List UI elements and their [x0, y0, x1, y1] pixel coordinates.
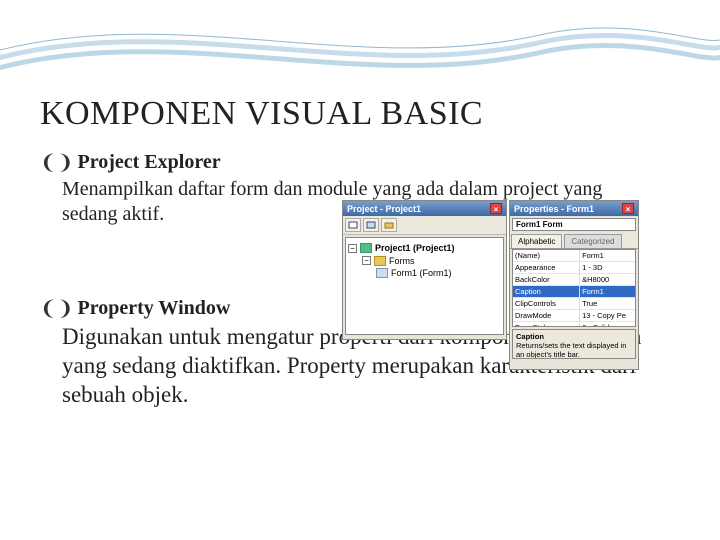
property-row[interactable]: DrawStyle0 - Solid [513, 322, 635, 327]
property-value[interactable]: 13 - Copy Pe [580, 310, 635, 321]
property-name: DrawMode [513, 310, 580, 321]
property-value[interactable]: True [580, 298, 635, 309]
property-row[interactable]: ClipControlsTrue [513, 298, 635, 310]
property-name: ClipControls [513, 298, 580, 309]
bullet-icon: ❨❩ [40, 151, 74, 175]
object-selector[interactable]: Form1 Form [512, 218, 636, 231]
project-explorer-panel: Project - Project1 × − Project1 (Project… [342, 200, 507, 340]
property-help: Caption Returns/sets the text displayed … [512, 329, 636, 359]
tab-categorized[interactable]: Categorized [564, 234, 621, 248]
tree-folder[interactable]: − Forms [348, 255, 501, 268]
help-text: Returns/sets the text displayed in an ob… [516, 341, 632, 359]
project-tree: − Project1 (Project1) − Forms Form1 (For… [345, 237, 504, 335]
property-value[interactable]: &H8000 [580, 274, 635, 285]
wave-decoration [0, 0, 720, 90]
titlebar-text: Properties - Form1 [514, 204, 594, 214]
property-value[interactable]: 0 - Solid [580, 322, 635, 327]
collapse-icon[interactable]: − [362, 256, 371, 265]
tree-form[interactable]: Form1 (Form1) [348, 267, 501, 280]
slide-title: KOMPONEN VISUAL BASIC [40, 95, 680, 133]
property-row[interactable]: BackColor&H8000 [513, 274, 635, 286]
close-icon[interactable]: × [490, 203, 502, 214]
property-tabs: Alphabetic Categorized [510, 233, 638, 249]
property-grid[interactable]: (Name)Form1Appearance1 - 3DBackColor&H80… [512, 249, 636, 327]
help-key: Caption [516, 332, 632, 341]
heading-project-explorer: Project Explorer [78, 151, 221, 174]
property-name: DrawStyle [513, 322, 580, 327]
property-name: Appearance [513, 262, 580, 273]
project-icon [360, 243, 372, 253]
property-window-titlebar: Properties - Form1 × [510, 201, 638, 216]
form-icon [376, 268, 388, 278]
folder-icon [374, 256, 386, 266]
tab-alphabetic[interactable]: Alphabetic [511, 234, 562, 248]
property-name: Caption [513, 286, 580, 297]
property-row[interactable]: Appearance1 - 3D [513, 262, 635, 274]
view-code-icon[interactable] [345, 218, 361, 232]
property-window-panel: Properties - Form1 × Form1 Form Alphabet… [509, 200, 639, 370]
property-row[interactable]: DrawMode13 - Copy Pe [513, 310, 635, 322]
property-value[interactable]: 1 - 3D [580, 262, 635, 273]
property-name: BackColor [513, 274, 580, 285]
project-explorer-titlebar: Project - Project1 × [343, 201, 506, 216]
vb-screenshot-group: Project - Project1 × − Project1 (Project… [342, 200, 639, 370]
bullet-icon: ❨❩ [40, 297, 74, 321]
tree-form-label: Form1 (Form1) [391, 267, 452, 280]
heading-property-window: Property Window [78, 297, 231, 320]
property-name: (Name) [513, 250, 580, 261]
view-object-icon[interactable] [363, 218, 379, 232]
property-row[interactable]: (Name)Form1 [513, 250, 635, 262]
tree-folder-label: Forms [389, 255, 415, 268]
collapse-icon[interactable]: − [348, 244, 357, 253]
tree-root[interactable]: − Project1 (Project1) [348, 242, 501, 255]
property-value[interactable]: Form1 [580, 286, 635, 297]
close-icon[interactable]: × [622, 203, 634, 214]
bullet-project-explorer: ❨❩ Project Explorer [40, 151, 680, 175]
toggle-folders-icon[interactable] [381, 218, 397, 232]
project-explorer-toolbar [343, 216, 506, 235]
property-value[interactable]: Form1 [580, 250, 635, 261]
tree-root-label: Project1 (Project1) [375, 242, 455, 255]
property-row[interactable]: CaptionForm1 [513, 286, 635, 298]
titlebar-text: Project - Project1 [347, 204, 421, 214]
